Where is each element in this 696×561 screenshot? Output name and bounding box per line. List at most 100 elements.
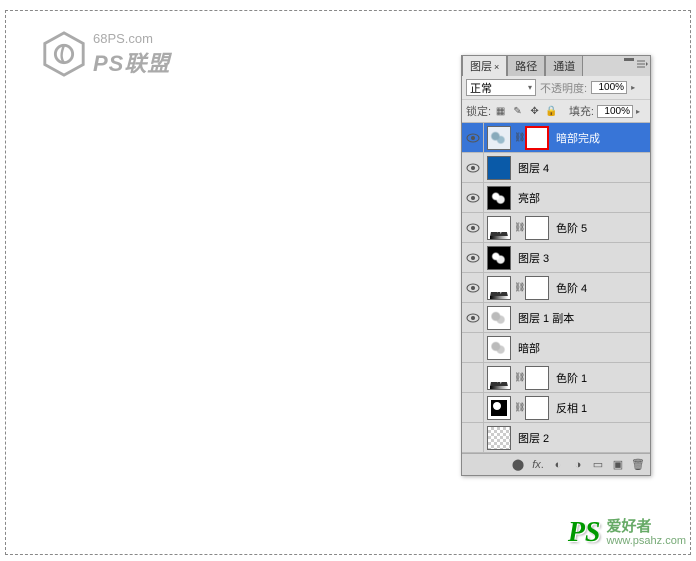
layer-name[interactable]: 暗部	[514, 340, 540, 356]
fill-label: 填充:	[569, 103, 594, 119]
layer-thumbnail[interactable]	[487, 156, 511, 180]
opacity-label: 不透明度:	[540, 80, 587, 96]
mask-thumbnail[interactable]	[525, 216, 549, 240]
layer-thumbnail[interactable]	[487, 216, 511, 240]
layer-thumbnail[interactable]	[487, 246, 511, 270]
layer-row[interactable]: 亮部	[462, 183, 650, 213]
delete-layer-icon[interactable]: 🗑	[631, 458, 645, 472]
layer-thumbnail[interactable]	[487, 336, 511, 360]
layer-row[interactable]: 图层 1 副本	[462, 303, 650, 333]
layer-row[interactable]: ⛓ 色阶 5	[462, 213, 650, 243]
eye-icon	[466, 223, 480, 233]
tab-layers[interactable]: 图层×	[462, 55, 507, 76]
layer-effects-icon[interactable]: fx.	[531, 458, 545, 472]
mask-thumbnail[interactable]	[525, 126, 549, 150]
lock-transparency-icon[interactable]: ▦	[494, 105, 507, 118]
blend-mode-select[interactable]: 正常 ▾	[466, 79, 536, 96]
layer-thumbnails	[484, 306, 514, 330]
layer-name[interactable]: 图层 1 副本	[514, 310, 574, 326]
lock-all-icon[interactable]: 🔒	[545, 105, 558, 118]
layer-row[interactable]: 暗部	[462, 333, 650, 363]
link-icon[interactable]: ⛓	[514, 372, 522, 383]
close-icon[interactable]: ×	[494, 62, 499, 72]
panel-footer: ⬤ fx. ◐ ◑ ▭ ▣ 🗑	[462, 453, 650, 475]
visibility-toggle[interactable]	[462, 183, 484, 212]
visibility-toggle[interactable]	[462, 153, 484, 182]
fill-arrow-icon[interactable]: ▸	[636, 107, 646, 116]
layer-thumbnail[interactable]	[487, 186, 511, 210]
layer-thumbnails	[484, 426, 514, 450]
link-icon[interactable]: ⛓	[514, 132, 522, 143]
layer-group-icon[interactable]: ▭	[591, 458, 605, 472]
layers-list[interactable]: ⛓暗部完成图层 4亮部⛓色阶 5图层 3⛓色阶 4图层 1 副本暗部⛓色阶 1⛓…	[462, 123, 650, 453]
visibility-toggle[interactable]	[462, 303, 484, 332]
watermark-psahz: PS 爱好者 www.psahz.com	[568, 517, 686, 549]
lock-pixels-icon[interactable]: ✎	[511, 105, 524, 118]
layer-name[interactable]: 色阶 1	[552, 370, 587, 386]
opacity-value[interactable]: 100%	[591, 81, 627, 94]
new-layer-icon[interactable]: ▣	[611, 458, 625, 472]
opacity-arrow-icon[interactable]: ▸	[631, 83, 641, 92]
layer-name[interactable]: 图层 2	[514, 430, 549, 446]
layer-row[interactable]: 图层 2	[462, 423, 650, 453]
layer-thumbnail[interactable]	[487, 426, 511, 450]
lock-row: 锁定: ▦ ✎ ✥ 🔒 填充: 100% ▸	[462, 100, 650, 123]
panel-menu-icon[interactable]	[636, 58, 648, 70]
tab-channels[interactable]: 通道	[545, 55, 583, 76]
mask-thumbnail[interactable]	[525, 276, 549, 300]
layer-row[interactable]: ⛓ 反相 1	[462, 393, 650, 423]
logo-name: PS联盟	[93, 46, 170, 78]
visibility-toggle[interactable]	[462, 213, 484, 242]
logo-hexagon-icon	[40, 30, 88, 78]
layer-thumbnails	[484, 246, 514, 270]
collapse-icon[interactable]: ▬	[624, 53, 634, 64]
layer-thumbnails	[484, 156, 514, 180]
chevron-down-icon: ▾	[528, 83, 532, 92]
layer-thumbnail[interactable]	[487, 306, 511, 330]
layer-row[interactable]: 图层 4	[462, 153, 650, 183]
layer-row[interactable]: 图层 3	[462, 243, 650, 273]
visibility-toggle[interactable]	[462, 363, 484, 392]
layer-thumbnail[interactable]	[487, 396, 511, 420]
visibility-toggle[interactable]	[462, 393, 484, 422]
mask-thumbnail[interactable]	[525, 396, 549, 420]
layer-name[interactable]: 反相 1	[552, 400, 587, 416]
layer-name[interactable]: 色阶 5	[552, 220, 587, 236]
layer-mask-icon[interactable]: ◐	[551, 458, 565, 472]
layer-name[interactable]: 图层 4	[514, 160, 549, 176]
layer-row[interactable]: ⛓ 色阶 1	[462, 363, 650, 393]
tab-paths[interactable]: 路径	[507, 55, 545, 76]
layers-panel: 图层× 路径 通道 ▬ 正常 ▾ 不透明度: 100% ▸ 锁定: ▦ ✎ ✥ …	[461, 55, 651, 476]
eye-icon	[466, 253, 480, 263]
adjustment-layer-icon[interactable]: ◑	[571, 458, 585, 472]
blend-mode-row: 正常 ▾ 不透明度: 100% ▸	[462, 76, 650, 100]
layer-thumbnail[interactable]	[487, 276, 511, 300]
lock-label: 锁定:	[466, 103, 491, 119]
logo-68ps: 68PS.com PS联盟	[40, 30, 170, 78]
layer-name[interactable]: 图层 3	[514, 250, 549, 266]
visibility-toggle[interactable]	[462, 423, 484, 452]
layer-name[interactable]: 亮部	[514, 190, 540, 206]
layer-name[interactable]: 色阶 4	[552, 280, 587, 296]
visibility-toggle[interactable]	[462, 333, 484, 362]
link-icon[interactable]: ⛓	[514, 402, 522, 413]
watermark-ps-text: PS	[568, 517, 601, 549]
layer-thumbnails	[484, 336, 514, 360]
layer-row[interactable]: ⛓ 色阶 4	[462, 273, 650, 303]
visibility-toggle[interactable]	[462, 123, 484, 152]
layer-thumbnail[interactable]	[487, 366, 511, 390]
link-layers-icon[interactable]: ⬤	[511, 458, 525, 472]
visibility-toggle[interactable]	[462, 243, 484, 272]
eye-icon	[466, 133, 480, 143]
layer-thumbnails	[484, 186, 514, 210]
link-icon[interactable]: ⛓	[514, 222, 522, 233]
layer-name[interactable]: 暗部完成	[552, 130, 600, 146]
visibility-toggle[interactable]	[462, 273, 484, 302]
fill-value[interactable]: 100%	[597, 105, 633, 118]
lock-position-icon[interactable]: ✥	[528, 105, 541, 118]
mask-thumbnail[interactable]	[525, 366, 549, 390]
link-icon[interactable]: ⛓	[514, 282, 522, 293]
layer-row[interactable]: ⛓ 暗部完成	[462, 123, 650, 153]
watermark-cn: 爱好者	[607, 519, 686, 536]
layer-thumbnail[interactable]	[487, 126, 511, 150]
